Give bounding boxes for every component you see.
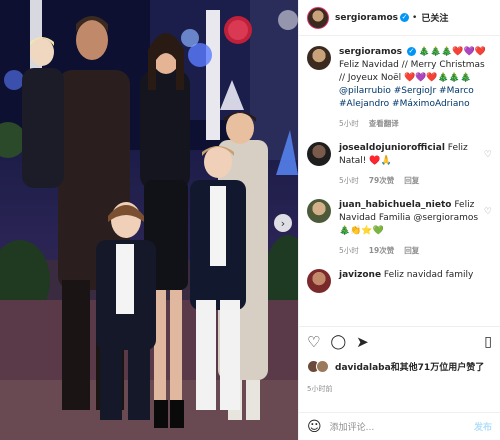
likes-count-text[interactable]: 和其他71万位用户赞了 bbox=[391, 363, 485, 373]
comment-input[interactable]: 添加评论... bbox=[330, 420, 466, 433]
comment-text: Feliz navidad family bbox=[383, 270, 474, 280]
commenter-avatar[interactable] bbox=[307, 269, 331, 293]
comment-item: javizone Feliz navidad family bbox=[307, 269, 492, 293]
verified-badge-icon: ✓ bbox=[406, 47, 416, 56]
post-photo[interactable]: › bbox=[0, 0, 298, 440]
post-comment-button[interactable]: 发布 bbox=[474, 420, 492, 433]
comment-likes[interactable]: 79次赞 bbox=[369, 174, 394, 187]
like-heart-icon[interactable]: ♡ bbox=[307, 333, 320, 351]
commenter-username[interactable]: josealdojuniorofficial bbox=[339, 143, 445, 153]
comment-item: josealdojuniorofficial Feliz Natal! ♥️🙏 … bbox=[307, 142, 492, 187]
like-comment-heart-icon[interactable]: ♡ bbox=[484, 207, 492, 217]
post-header: sergioramos ✓ • 已关注 bbox=[299, 0, 500, 36]
verified-badge-icon: ✓ bbox=[400, 13, 410, 22]
author-avatar[interactable] bbox=[307, 6, 329, 29]
caption: sergioramos ✓ 🎄🎄🎄❤️💜❤️ Feliz Navidad // … bbox=[307, 46, 492, 130]
comment-item: juan_habichuela_nieto Feliz Navidad Fami… bbox=[307, 199, 492, 257]
commenter-username[interactable]: javizone bbox=[339, 270, 381, 280]
chevron-right-icon: › bbox=[280, 216, 286, 230]
author-avatar-small[interactable] bbox=[307, 46, 331, 70]
liker-username[interactable]: davidalaba bbox=[335, 363, 391, 373]
comment-time: 5小时 bbox=[339, 246, 359, 255]
comments-list[interactable]: sergioramos ✓ 🎄🎄🎄❤️💜❤️ Feliz Navidad // … bbox=[299, 36, 500, 326]
comment-bubble-icon[interactable]: ◯ bbox=[330, 334, 346, 350]
see-translation-button[interactable]: 查看翻译 bbox=[369, 117, 399, 130]
author-username[interactable]: sergioramos bbox=[335, 13, 398, 23]
save-bookmark-icon[interactable]: ▯ bbox=[484, 334, 492, 350]
commenter-username[interactable]: juan_habichuela_nieto bbox=[339, 200, 451, 210]
following-button[interactable]: 已关注 bbox=[421, 11, 448, 24]
next-photo-button[interactable]: › bbox=[274, 214, 292, 232]
like-comment-heart-icon[interactable]: ♡ bbox=[484, 150, 492, 160]
caption-time: 5小时 bbox=[339, 119, 359, 128]
caption-emojis-2: ❤️💜❤️🎄🎄🎄 bbox=[404, 73, 472, 83]
separator-dot: • bbox=[412, 12, 418, 23]
post-actions-bar: ♡ ◯ ➤ ▯ bbox=[299, 326, 500, 356]
caption-tags[interactable]: @pilarrubio #SergioJr #Marco #Alejandro … bbox=[339, 85, 492, 111]
post-timestamp: 5小时前 bbox=[307, 385, 333, 393]
reply-button[interactable]: 回复 bbox=[404, 244, 419, 257]
commenter-avatar[interactable] bbox=[307, 142, 331, 166]
commenter-avatar[interactable] bbox=[307, 199, 331, 223]
family-christmas-photo bbox=[0, 0, 298, 440]
post-details-panel: sergioramos ✓ • 已关注 sergioramos ✓ 🎄🎄🎄❤️💜… bbox=[298, 0, 500, 440]
liker-avatars bbox=[307, 360, 329, 373]
emoji-icon[interactable]: ☺ bbox=[307, 419, 322, 435]
comment-time: 5小时 bbox=[339, 176, 359, 185]
caption-username[interactable]: sergioramos bbox=[339, 47, 402, 57]
caption-emojis: 🎄🎄🎄❤️💜❤️ bbox=[418, 47, 487, 57]
likes-summary[interactable]: davidalaba和其他71万位用户赞了 bbox=[307, 360, 492, 373]
share-paper-plane-icon[interactable]: ➤ bbox=[356, 333, 369, 351]
reply-button[interactable]: 回复 bbox=[404, 174, 419, 187]
comment-likes[interactable]: 19次赞 bbox=[369, 244, 394, 257]
add-comment-bar: ☺ 添加评论... 发布 bbox=[299, 412, 500, 440]
